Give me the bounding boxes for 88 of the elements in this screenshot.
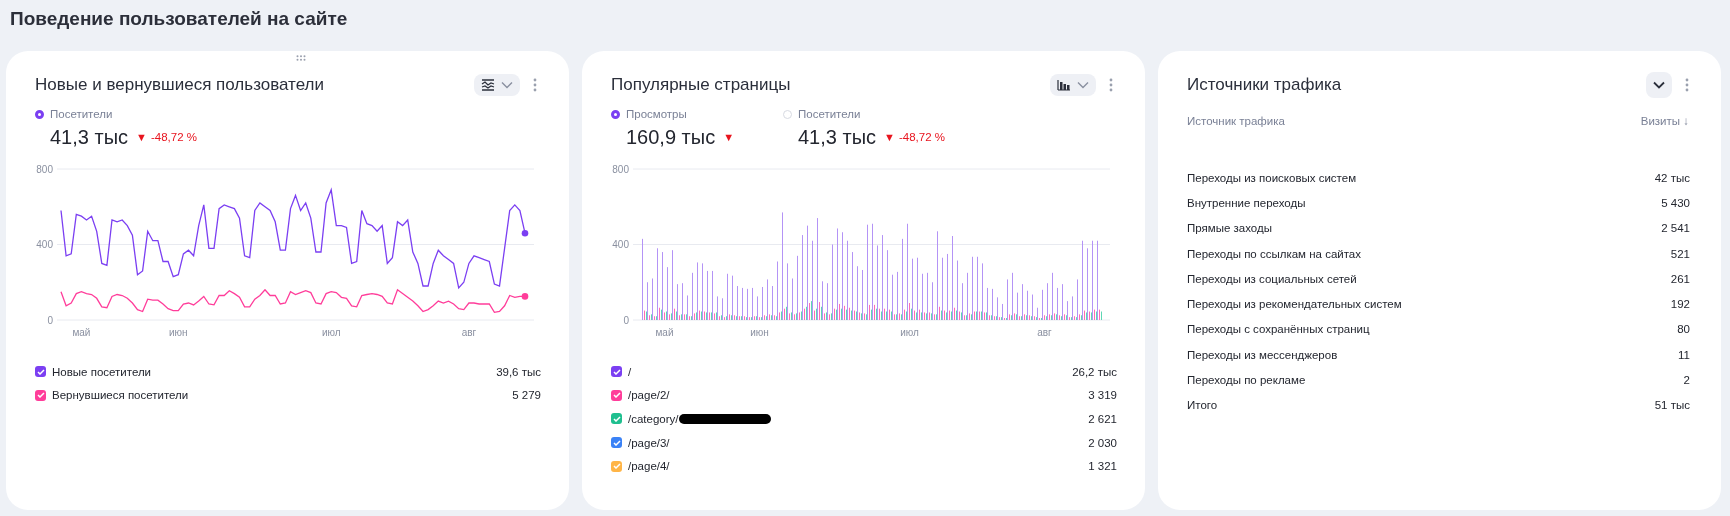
table-cell: 192: [1670, 298, 1690, 311]
axis-label: июл: [900, 327, 919, 338]
checkbox[interactable]: [611, 413, 622, 425]
legend-value: 3 319: [1088, 389, 1117, 402]
trend-arrow: ▼: [884, 131, 895, 143]
chart-type-dropdown[interactable]: [474, 74, 520, 96]
bar-chart-icon: [1057, 79, 1071, 91]
axis-label: авг: [1037, 327, 1052, 338]
more-icon[interactable]: [533, 78, 537, 92]
checkbox[interactable]: [35, 366, 46, 378]
metric-value: 41,3 тыс: [798, 125, 877, 149]
drag-handle-icon[interactable]: [296, 55, 306, 61]
legend-value: 5 279: [512, 389, 541, 402]
page-title: Поведение пользователей на сайте: [9, 7, 349, 31]
legend-label: Вернувшиеся посетители: [52, 389, 189, 402]
axis-label: 0: [47, 314, 53, 326]
axis-label: май: [72, 327, 91, 338]
point-marker: [521, 293, 529, 300]
card-title: Источники трафика: [1187, 75, 1342, 95]
checkbox[interactable]: [611, 460, 622, 472]
checkbox[interactable]: [611, 389, 622, 401]
table-cell: Переходы по рекламе: [1187, 374, 1306, 386]
table-cell: 5 430: [1661, 196, 1690, 209]
legend-label: /page/2/: [628, 389, 670, 402]
axis-label: июн: [750, 327, 769, 338]
table-cell: Переходы из социальных сетей: [1187, 272, 1357, 285]
legend-label: /category/: [628, 413, 679, 425]
chevron-down-icon: [1653, 81, 1665, 89]
legend-value: 2 030: [1088, 436, 1117, 449]
table-cell: Переходы из рекомендательных систем: [1187, 298, 1402, 311]
more-icon[interactable]: [1685, 78, 1689, 92]
legend-value: 39,6 тыс: [496, 365, 541, 378]
axis-label: июл: [321, 327, 341, 338]
legend-label: Новые посетители: [52, 365, 152, 378]
checkbox[interactable]: [35, 389, 46, 401]
legend-label: /page/3/: [628, 436, 670, 449]
table-cell: Прямые заходы: [1187, 222, 1272, 235]
axis-label: 400: [36, 239, 53, 250]
axis-label: май: [655, 327, 674, 338]
checkbox[interactable]: [611, 366, 622, 378]
table-cell: 51 тыс: [1654, 399, 1690, 412]
chevron-down-icon: [501, 81, 513, 89]
axis-label: 800: [36, 163, 53, 175]
point-marker: [521, 229, 529, 237]
radio-button[interactable]: [35, 109, 44, 119]
column-header[interactable]: Источник трафика: [1187, 115, 1285, 127]
table-cell: 80: [1677, 323, 1690, 336]
card-title: Популярные страницы: [611, 75, 791, 95]
more-icon[interactable]: [1109, 78, 1113, 92]
column-header[interactable]: Визиты ↓: [1640, 115, 1689, 127]
chevron-down-icon: [1077, 81, 1089, 89]
table-cell: Внутренние переходы: [1187, 196, 1306, 209]
trend-arrow: ▼: [723, 131, 735, 143]
table-cell: 521: [1670, 247, 1690, 260]
table-cell: 2 541: [1661, 222, 1690, 235]
delta-percent: -48,72 %: [150, 131, 197, 143]
axis-label: 400: [612, 239, 629, 250]
metric-value: 41,3 тыс: [50, 125, 129, 149]
axis-label: авг: [461, 327, 477, 338]
table-cell: Переходы из поисковых систем: [1187, 171, 1357, 184]
radio-button[interactable]: [611, 109, 620, 119]
metric-label: Просмотры: [626, 108, 687, 120]
delta-percent: -48,72 %: [898, 131, 945, 143]
legend-value: 1 321: [1088, 460, 1117, 473]
chart-type-dropdown[interactable]: [1050, 74, 1096, 96]
axis-label: 800: [612, 163, 629, 175]
collapse-button[interactable]: [1646, 72, 1672, 98]
card-title: Новые и вернувшиеся пользователи: [35, 75, 324, 95]
table-cell: 42 тыс: [1654, 171, 1690, 184]
legend-value: 2 621: [1088, 413, 1117, 425]
metric-label: Посетители: [798, 108, 861, 120]
table-cell: 11: [1678, 348, 1690, 361]
line-chart-icon: [481, 79, 495, 91]
metric-label: Посетители: [50, 108, 113, 120]
axis-label: 0: [623, 314, 629, 326]
axis-label: июн: [168, 327, 188, 338]
table-cell: Итого: [1187, 399, 1218, 412]
table-cell: 261: [1670, 272, 1690, 285]
legend-label: /: [628, 365, 632, 378]
table-cell: 2: [1683, 374, 1690, 386]
checkbox[interactable]: [611, 437, 622, 449]
table-cell: Переходы из мессенджеров: [1187, 348, 1338, 361]
table-cell: Переходы с сохранённых страниц: [1187, 323, 1370, 336]
legend-value: 26,2 тыс: [1072, 365, 1117, 378]
legend-label: /page/4/: [628, 460, 670, 473]
trend-arrow: ▼: [136, 131, 147, 143]
metric-value: 160,9 тыс: [626, 125, 716, 149]
table-cell: Переходы по ссылкам на сайтах: [1187, 247, 1361, 260]
